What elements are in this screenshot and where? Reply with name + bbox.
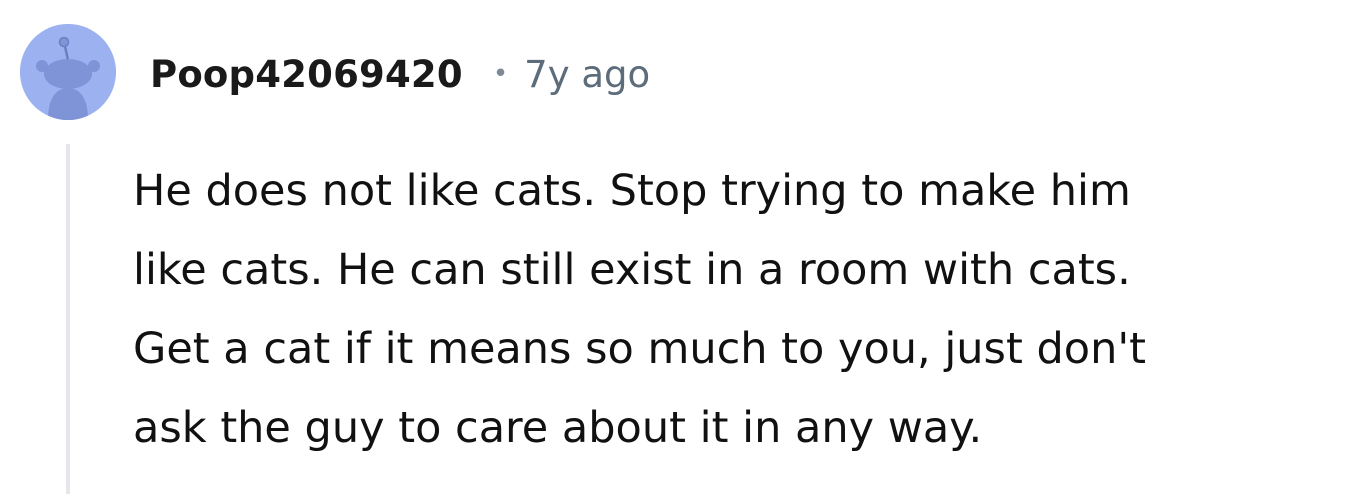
username-link[interactable]: Poop42069420 [150, 53, 463, 96]
comment-body-line: He does not like cats. Stop trying to ma… [133, 166, 1131, 216]
comment-body-line: ask the guy to care about it in any way. [133, 403, 983, 453]
comment-timestamp[interactable]: 7y ago [524, 53, 650, 96]
comment-body: He does not like cats. Stop trying to ma… [133, 152, 1353, 468]
comment-body-line: like cats. He can still exist in a room … [133, 245, 1131, 295]
comment-body-line: Get a cat if it means so much to you, ju… [133, 324, 1147, 374]
meta-separator: • [492, 59, 509, 89]
user-avatar-icon[interactable] [20, 24, 116, 120]
snoo-icon [20, 24, 116, 120]
comment-meta: Poop42069420 • 7y ago [150, 50, 650, 98]
thread-line[interactable] [66, 144, 70, 494]
